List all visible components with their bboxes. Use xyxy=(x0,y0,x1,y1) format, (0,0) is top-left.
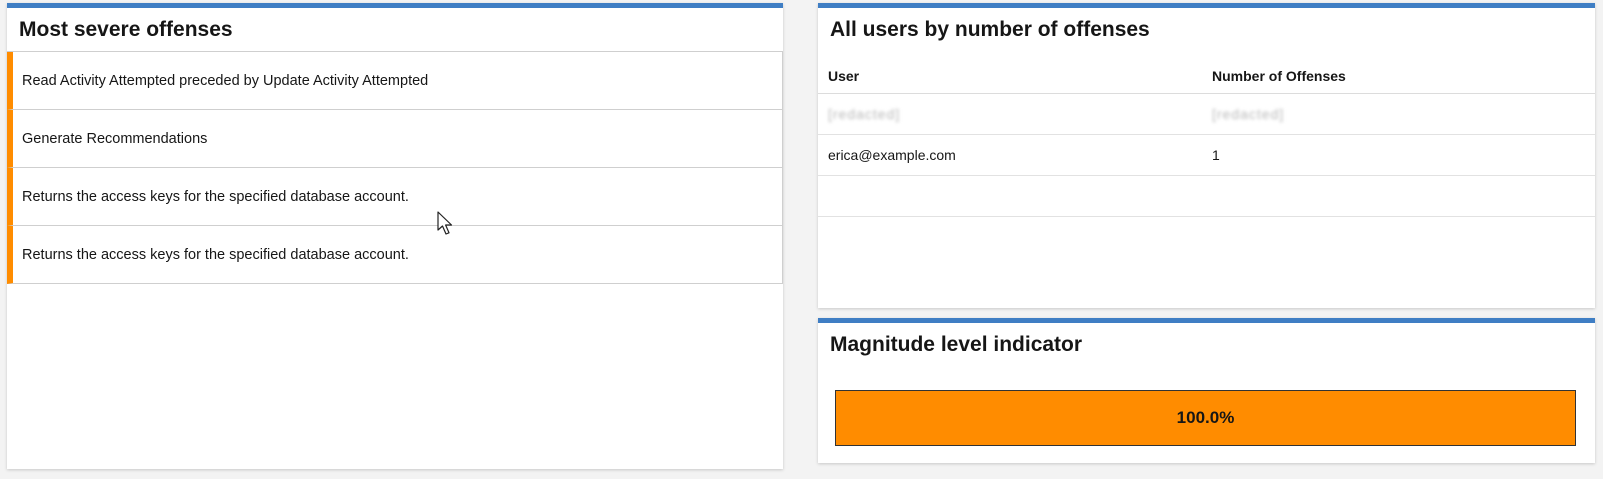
users-table: User Number of Offenses [redacted] [reda… xyxy=(818,58,1595,217)
list-item[interactable]: Read Activity Attempted preceded by Upda… xyxy=(7,52,783,110)
redacted-count: [redacted] xyxy=(1212,106,1285,122)
offense-label: Generate Recommendations xyxy=(22,130,208,147)
redacted-user: [redacted] xyxy=(828,106,901,122)
user-cell xyxy=(818,175,1202,217)
column-header-number-of-offenses[interactable]: Number of Offenses xyxy=(1202,58,1595,94)
table-header-row: User Number of Offenses xyxy=(818,58,1595,94)
offense-list: Read Activity Attempted preceded by Upda… xyxy=(7,51,783,284)
offense-label: Returns the access keys for the specifie… xyxy=(22,188,409,205)
count-cell: 1 xyxy=(1202,134,1595,176)
table-row[interactable]: [redacted] [redacted] xyxy=(818,93,1595,135)
panel-title: All users by number of offenses xyxy=(830,18,1150,41)
user-cell: [redacted] xyxy=(818,93,1202,135)
users-by-offenses-panel: All users by number of offenses User Num… xyxy=(818,3,1595,308)
table-row[interactable] xyxy=(818,175,1595,217)
count-cell: [redacted] xyxy=(1202,93,1595,135)
count-cell xyxy=(1202,175,1595,217)
list-item[interactable]: Returns the access keys for the specifie… xyxy=(7,168,783,226)
user-cell: erica@example.com xyxy=(818,134,1202,176)
mouse-pointer-icon xyxy=(437,211,453,235)
magnitude-value: 100.0% xyxy=(1176,408,1235,427)
panel-title: Most severe offenses xyxy=(19,18,233,41)
table-row[interactable]: erica@example.com 1 xyxy=(818,134,1595,176)
magnitude-bar: 100.0% xyxy=(835,390,1576,446)
panel-title: Magnitude level indicator xyxy=(830,333,1083,356)
offense-label: Read Activity Attempted preceded by Upda… xyxy=(22,72,429,89)
list-item[interactable]: Generate Recommendations xyxy=(7,110,783,168)
column-header-user[interactable]: User xyxy=(818,58,1202,94)
magnitude-level-panel: Magnitude level indicator 100.0% xyxy=(818,318,1595,463)
offense-label: Returns the access keys for the specifie… xyxy=(22,246,409,263)
list-item[interactable]: Returns the access keys for the specifie… xyxy=(7,226,783,284)
most-severe-offenses-panel: Most severe offenses Read Activity Attem… xyxy=(7,3,783,469)
